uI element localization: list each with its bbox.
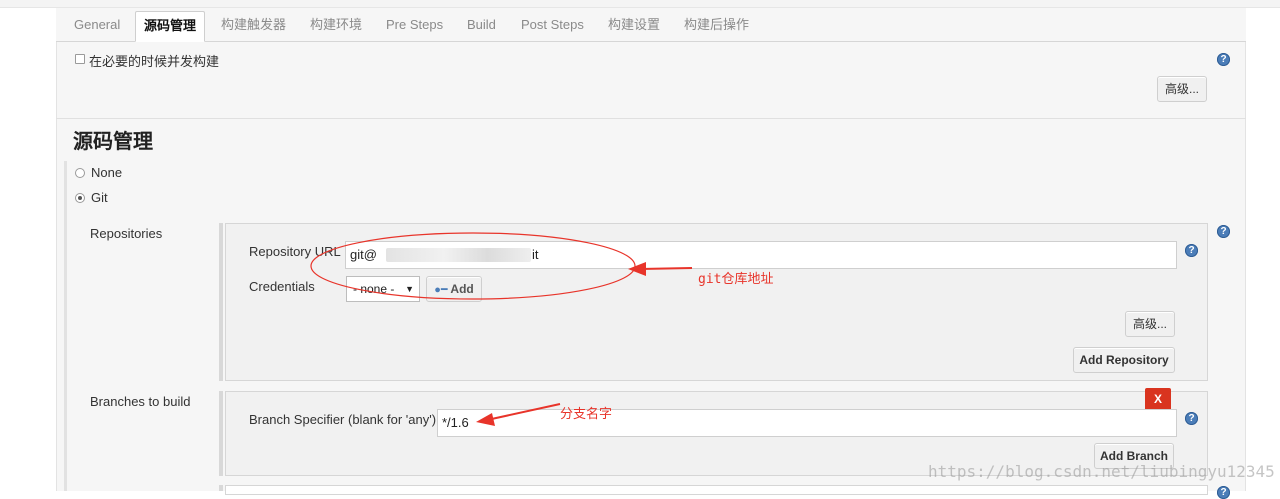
annotation-arrow-branch-shaft — [486, 403, 561, 421]
annotation-ellipse — [310, 232, 636, 300]
annotation-arrow-repo-shaft — [639, 267, 693, 270]
annotation-arrow-branch-head — [476, 413, 495, 426]
annotation-git-repo: git仓库地址 — [698, 272, 774, 287]
annotation-overlay — [310, 232, 693, 426]
watermark: https://blog.csdn.net/liubingyu12345 — [928, 462, 1275, 481]
annotation-branch-name: 分支名字 — [560, 407, 613, 422]
